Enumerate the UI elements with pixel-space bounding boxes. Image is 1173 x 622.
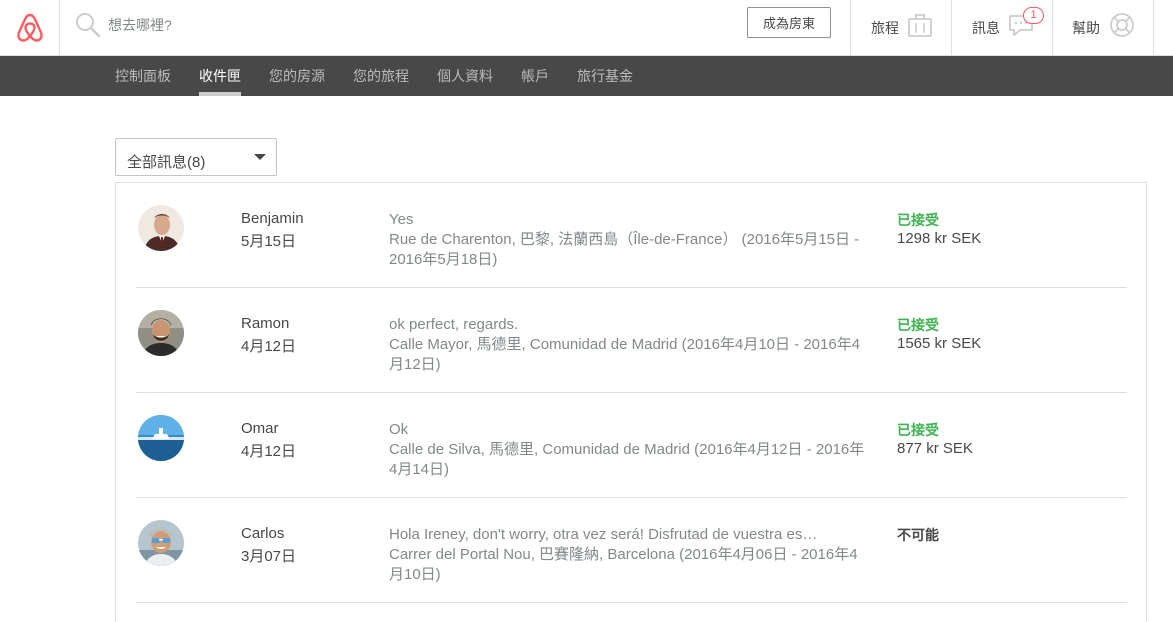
nav-messages[interactable]: 訊息 1 [951, 0, 1052, 55]
thread-listing-info: Carrer del Portal Nou, 巴賽隆納, Barcelona (… [389, 546, 858, 583]
thread-last-message: Ok [389, 421, 409, 438]
subnav-your-trips[interactable]: 您的旅程 [353, 56, 409, 96]
subnav-inbox[interactable]: 收件匣 [199, 56, 241, 96]
thread-listing-info: Rue de Charenton, 巴黎, 法蘭西島（Île-de-France… [389, 231, 860, 268]
thread-sender-name: Omar [241, 420, 279, 437]
nav-trips-label: 旅程 [871, 19, 899, 36]
subnav-your-listings[interactable]: 您的房源 [269, 56, 325, 96]
avatar-carlos-image [138, 520, 184, 566]
top-header: 成為房東 旅程 訊息 1 幫助 [0, 0, 1173, 56]
thread-last-message: ok perfect, regards. [389, 316, 519, 333]
avatar-benjamin-image [138, 205, 184, 251]
thread-preview: Yes Rue de Charenton, 巴黎, 法蘭西島（Île-de-Fr… [389, 210, 871, 270]
avatar-omar-image [138, 415, 184, 461]
become-host-button[interactable]: 成為房東 [747, 7, 831, 38]
thread-preview: Hola Ireney, don't worry, otra vez será!… [389, 525, 871, 585]
subnav-account[interactable]: 帳戶 [521, 56, 549, 96]
thread-status: 已接受 [897, 317, 939, 333]
suitcase-icon [908, 14, 932, 37]
thread-price: 1298 kr SEK [897, 230, 982, 247]
message-thread[interactable]: Ramon 4月12日 ok perfect, regards. Calle M… [136, 288, 1127, 393]
message-thread-list: Benjamin 5月15日 Yes Rue de Charenton, 巴黎,… [115, 182, 1147, 622]
thread-date: 4月12日 [241, 443, 297, 460]
messages-badge: 1 [1023, 7, 1044, 24]
subnav-dashboard[interactable]: 控制面板 [115, 56, 171, 96]
thread-price: 1565 kr SEK [897, 335, 982, 352]
nav-user-menu[interactable] [1153, 0, 1173, 55]
dashboard-subnav: 控制面板 收件匣 您的房源 您的旅程 個人資料 帳戶 旅行基金 [0, 56, 1173, 96]
caret-down-icon [254, 154, 266, 160]
avatar[interactable] [138, 205, 184, 251]
thread-sender-name: Benjamin [241, 210, 304, 227]
avatar[interactable] [138, 310, 184, 356]
subnav-profile[interactable]: 個人資料 [437, 56, 493, 96]
thread-listing-info: Calle de Silva, 馬德里, Comunidad de Madrid… [389, 441, 865, 478]
avatar[interactable] [138, 520, 184, 566]
nav-help-label: 幫助 [1072, 19, 1100, 36]
thread-date: 3月07日 [241, 548, 297, 565]
thread-last-message: Yes [389, 211, 414, 228]
search-icon [76, 13, 101, 38]
message-filter-value: 全部訊息(8) [127, 154, 206, 171]
thread-sender-name: Ramon [241, 315, 290, 332]
airbnb-logo-icon [16, 13, 43, 42]
avatar-ramon-image [138, 310, 184, 356]
thread-listing-info: Calle Mayor, 馬德里, Comunidad de Madrid (2… [389, 336, 861, 373]
message-thread[interactable]: Omar 4月12日 Ok Calle de Silva, 馬德里, Comun… [136, 393, 1127, 498]
lifebuoy-icon [1110, 13, 1134, 37]
thread-status: 已接受 [897, 422, 939, 438]
avatar[interactable] [138, 415, 184, 461]
thread-date: 4月12日 [241, 338, 297, 355]
airbnb-logo[interactable] [0, 0, 60, 55]
message-filter-select[interactable]: 全部訊息(8) [115, 138, 277, 176]
message-thread[interactable]: Carlos 3月07日 Hola Ireney, don't worry, o… [136, 498, 1127, 603]
thread-sender-name: Carlos [241, 525, 285, 542]
nav-messages-label: 訊息 [972, 19, 1000, 36]
thread-status: 已接受 [897, 212, 939, 228]
thread-preview: Ok Calle de Silva, 馬德里, Comunidad de Mad… [389, 420, 871, 480]
message-thread[interactable]: Benjamin 5月15日 Yes Rue de Charenton, 巴黎,… [136, 183, 1127, 288]
nav-trips[interactable]: 旅程 [850, 0, 951, 55]
search-input[interactable] [108, 10, 628, 40]
thread-price: 877 kr SEK [897, 440, 973, 457]
thread-status: 不可能 [897, 527, 939, 543]
nav-help[interactable]: 幫助 [1052, 0, 1153, 55]
thread-date: 5月15日 [241, 233, 297, 250]
subnav-travel-credit[interactable]: 旅行基金 [577, 56, 633, 96]
search-bar [60, 0, 660, 55]
thread-last-message: Hola Ireney, don't worry, otra vez será!… [389, 526, 818, 543]
thread-preview: ok perfect, regards. Calle Mayor, 馬德里, C… [389, 315, 871, 375]
